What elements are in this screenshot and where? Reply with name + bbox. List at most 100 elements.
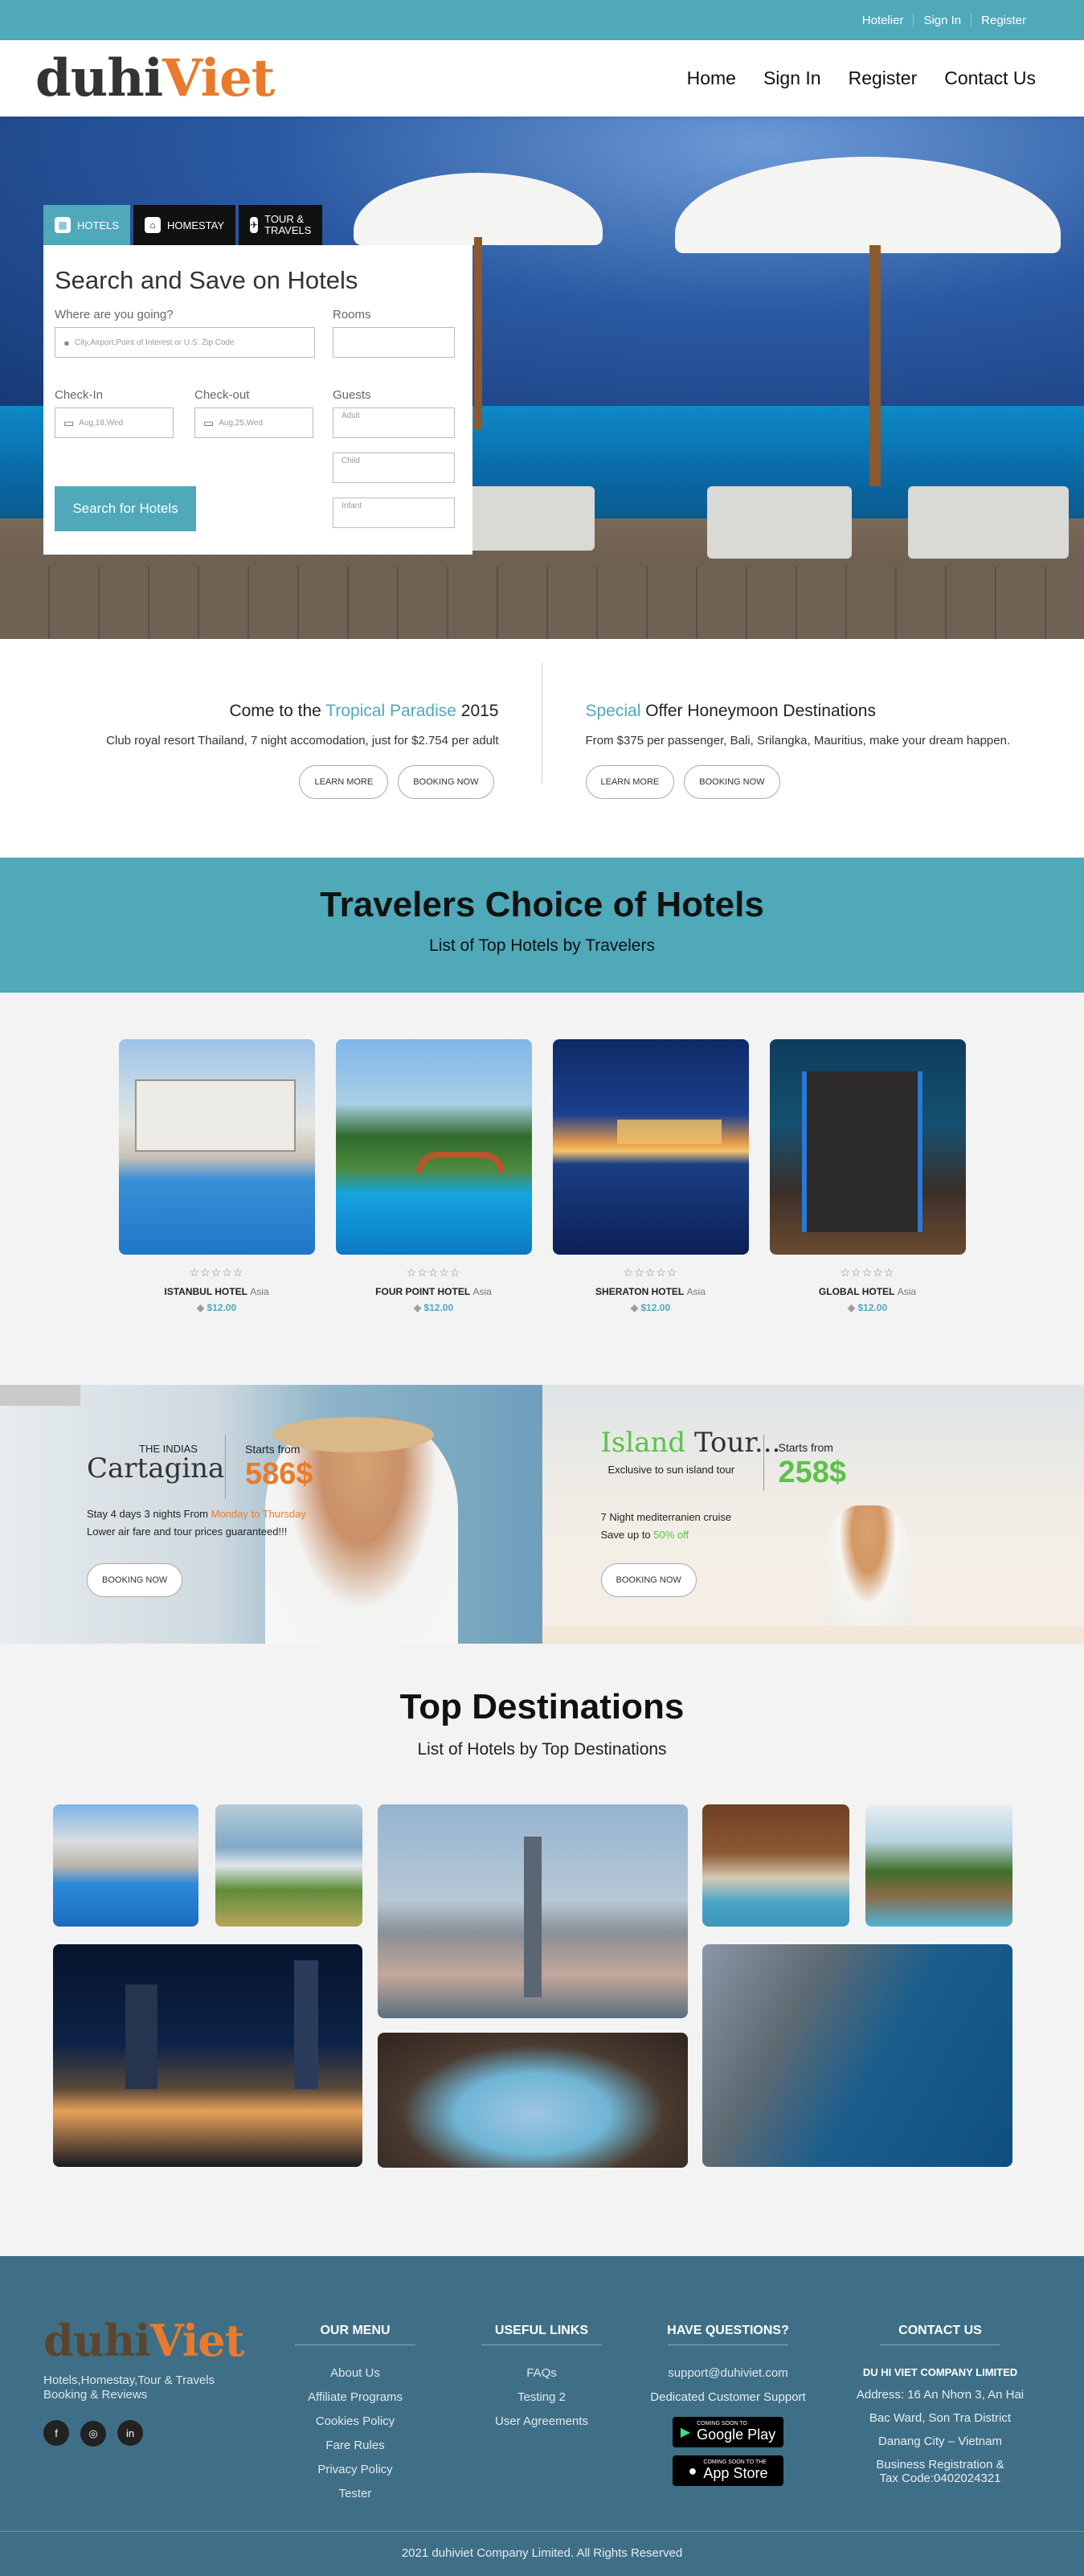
footer-menu: OUR MENU About Us Affiliate Programs Coo… (288, 2324, 423, 2511)
starts-from-label: Starts from (779, 1441, 833, 1454)
footer-logo[interactable]: duhiViet (43, 2319, 252, 2362)
booking-now-button[interactable]: BOOKING NOW (601, 1563, 697, 1597)
hotel-image[interactable] (119, 1039, 315, 1255)
footer-link-affiliate[interactable]: Affiliate Programs (288, 2390, 423, 2404)
promo-tropical-title: Come to the Tropical Paradise 2015 (0, 702, 499, 721)
tour-description: 7 Night mediterranien cruiseSave up to 5… (601, 1509, 732, 1544)
hotel-card[interactable]: ☆☆☆☆☆ SHERATON HOTEL Asia ◈ $12.00 (553, 1039, 749, 1385)
footer-link-tester[interactable]: Tester (288, 2487, 423, 2500)
checkin-label: Check-In (55, 388, 103, 402)
destination-tile[interactable] (53, 1944, 362, 2167)
tour-offer-cartagina: THE INDIAS Cartagina Starts from 586$ St… (0, 1385, 542, 1644)
linkedin-icon[interactable]: in (117, 2420, 143, 2446)
footer-link-privacy[interactable]: Privacy Policy (288, 2463, 423, 2476)
hotel-name: SHERATON HOTEL Asia (553, 1286, 749, 1297)
hotel-price: ◈ $12.00 (336, 1302, 532, 1313)
footer-link-faqs[interactable]: FAQs (477, 2366, 606, 2380)
nav-contact-us[interactable]: Contact Us (944, 68, 1036, 89)
promo-honeymoon: Special Offer Honeymoon Destinations Fro… (538, 639, 1084, 858)
top-signin-link[interactable]: Sign In (914, 14, 972, 27)
hotel-image[interactable] (553, 1039, 749, 1255)
destination-tile[interactable] (53, 1804, 198, 1927)
facebook-icon[interactable]: f (43, 2420, 69, 2446)
tour-price: 586$ (245, 1457, 313, 1492)
google-play-button[interactable]: ▶ COMING SOON TOGoogle Play (673, 2417, 783, 2447)
tab-tour-travels[interactable]: ✈TOUR & TRAVELS (239, 205, 322, 245)
learn-more-button[interactable]: LEARN MORE (299, 765, 388, 799)
search-hotels-button[interactable]: Search for Hotels (55, 486, 196, 531)
tab-hotels[interactable]: ▦HOTELS (43, 205, 130, 245)
rooms-input[interactable] (333, 327, 455, 358)
tour-title: Cartagina (87, 1452, 224, 1485)
hotel-price: ◈ $12.00 (553, 1302, 749, 1313)
checkin-input[interactable]: ▭Aug,18,Wed (55, 407, 174, 438)
booking-now-button[interactable]: BOOKING NOW (87, 1563, 182, 1597)
section-subtitle: List of Top Hotels by Travelers (0, 936, 1084, 956)
copyright: 2021 duhiviet Company Limited. All Right… (0, 2531, 1084, 2576)
footer-link-testing-2[interactable]: Testing 2 (477, 2390, 606, 2404)
destination-input[interactable]: ●City,Airport,Point of Interest or U.S. … (55, 327, 315, 358)
nav-home[interactable]: Home (687, 68, 736, 89)
destination-tile[interactable] (215, 1804, 362, 1927)
hotel-name: GLOBAL HOTEL Asia (770, 1286, 966, 1297)
app-store-button[interactable]: ● COMING SOON TO THEApp Store (673, 2455, 783, 2486)
tour-price: 258$ (779, 1456, 847, 1490)
booking-now-button[interactable]: BOOKING NOW (398, 765, 493, 799)
infant-input[interactable]: Infant (333, 498, 455, 528)
rating-stars: ☆☆☆☆☆ (770, 1266, 966, 1280)
destination-label: Where are you going? (55, 308, 174, 321)
rating-stars: ☆☆☆☆☆ (119, 1266, 315, 1280)
destination-tile[interactable] (378, 1804, 688, 2018)
footer-link-fare-rules[interactable]: Fare Rules (288, 2439, 423, 2452)
rooms-label: Rooms (333, 308, 371, 321)
nav-register[interactable]: Register (849, 68, 918, 89)
hotel-card[interactable]: ☆☆☆☆☆ FOUR POINT HOTEL Asia ◈ $12.00 (336, 1039, 532, 1385)
promo-honeymoon-title: Special Offer Honeymoon Destinations (586, 702, 1084, 721)
support-email-link[interactable]: support@duhiviet.com (643, 2366, 813, 2380)
footer-link-cookies[interactable]: Cookies Policy (288, 2414, 423, 2428)
site-logo[interactable]: duhiViet (35, 53, 274, 104)
hotel-price: ◈ $12.00 (770, 1302, 966, 1313)
hotel-image[interactable] (336, 1039, 532, 1255)
adult-input[interactable]: Adult (333, 407, 455, 438)
checkout-label: Check-out (194, 388, 249, 402)
hotelier-link[interactable]: Hotelier (853, 14, 914, 27)
footer-tagline: Hotels,Homestay,Tour & Travels Booking &… (43, 2373, 252, 2402)
main-nav: Home Sign In Register Contact Us (687, 68, 1036, 89)
promo-tropical: Come to the Tropical Paradise 2015 Club … (0, 639, 538, 858)
tour-description: Stay 4 days 3 nights From Monday to Thur… (87, 1505, 306, 1541)
destination-tile[interactable] (378, 2033, 688, 2168)
booking-now-button[interactable]: BOOKING NOW (684, 765, 779, 799)
destination-tile[interactable] (702, 1944, 1012, 2167)
price-tag-icon: ◈ (631, 1302, 638, 1313)
calendar-icon: ▭ (63, 416, 74, 430)
child-input[interactable]: Child (333, 453, 455, 483)
footer-questions: HAVE QUESTIONS? support@duhiviet.com Ded… (643, 2324, 813, 2494)
home-icon: ⌂ (145, 217, 161, 233)
destination-tile[interactable] (702, 1804, 849, 1927)
rating-stars: ☆☆☆☆☆ (553, 1266, 749, 1280)
hotel-card[interactable]: ☆☆☆☆☆ ISTANBUL HOTEL Asia ◈ $12.00 (119, 1039, 315, 1385)
price-tag-icon: ◈ (197, 1302, 204, 1313)
destination-tile[interactable] (865, 1804, 1012, 1927)
tab-homestay[interactable]: ⌂HOMESTAY (133, 205, 235, 245)
instagram-icon[interactable]: ◎ (80, 2421, 106, 2447)
checkout-input[interactable]: ▭Aug,25,Wed (194, 407, 313, 438)
footer-link-user-agreements[interactable]: User Agreements (477, 2414, 606, 2428)
hotel-icon: ▦ (55, 217, 71, 233)
footer-link-about-us[interactable]: About Us (288, 2366, 423, 2380)
top-bar: Hotelier Sign In Register (0, 0, 1084, 40)
price-tag-icon: ◈ (848, 1302, 855, 1313)
hotel-card[interactable]: ☆☆☆☆☆ GLOBAL HOTEL Asia ◈ $12.00 (770, 1039, 966, 1385)
top-register-link[interactable]: Register (972, 14, 1036, 27)
plane-icon: ✈ (250, 217, 258, 233)
support-text: Dedicated Customer Support (643, 2390, 813, 2404)
footer-useful-links: USEFUL LINKS FAQs Testing 2 User Agreeme… (477, 2324, 606, 2439)
section-title: Top Destinations (0, 1687, 1084, 1727)
nav-signin[interactable]: Sign In (763, 68, 821, 89)
registration-line-2: Tax Code:0402024321 (844, 2472, 1037, 2485)
learn-more-button[interactable]: LEARN MORE (586, 765, 675, 799)
top-destinations: Top Destinations List of Hotels by Top D… (0, 1644, 1084, 2256)
hotel-image[interactable] (770, 1039, 966, 1255)
footer-menu-title: OUR MENU (288, 2324, 423, 2338)
